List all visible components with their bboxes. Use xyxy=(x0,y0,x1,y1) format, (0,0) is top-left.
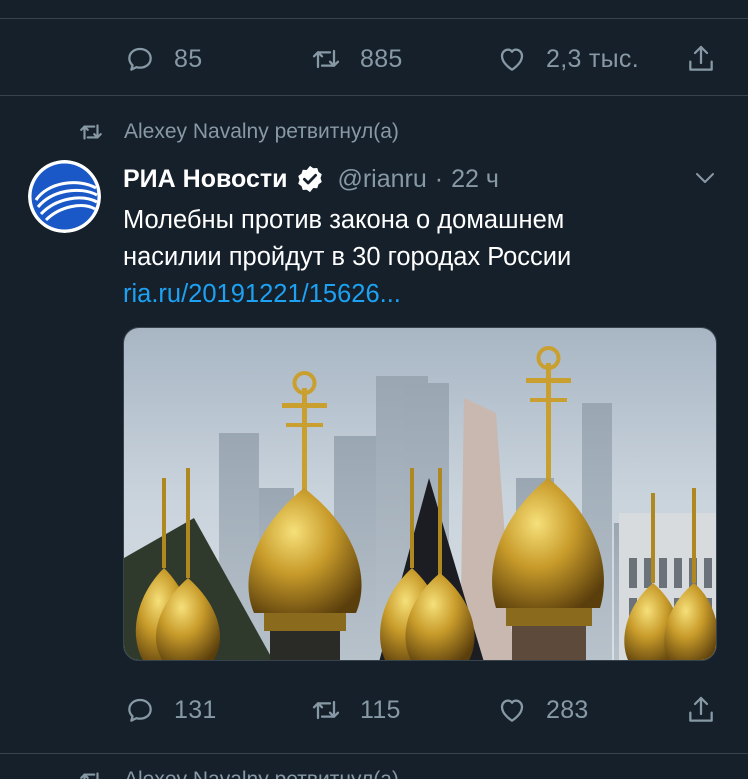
tweet-separator xyxy=(0,753,748,754)
retweet-notice[interactable]: Alexey Navalny ретвитнул(а) xyxy=(78,117,399,147)
header-separator: · xyxy=(434,164,444,193)
reply-button[interactable]: 131 xyxy=(124,690,217,730)
tweet-header: РИА Новости @rianru · 22 ч xyxy=(123,161,499,197)
tweet-text-line: насилии пройдут в 30 городах России xyxy=(123,243,572,271)
retweet-icon xyxy=(312,700,340,720)
tweet-time[interactable]: 22 ч xyxy=(451,165,499,194)
prev-like-count: 2,3 тыс. xyxy=(546,44,639,73)
prev-reply-button[interactable]: 85 xyxy=(124,39,202,79)
ria-logo-icon xyxy=(28,160,101,233)
share-icon xyxy=(689,696,713,722)
author-handle[interactable]: @rianru xyxy=(337,165,426,194)
share-button[interactable] xyxy=(685,690,717,730)
retweet-notice-text: Alexey Navalny ретвитнул(а) xyxy=(124,120,399,143)
tweet-separator xyxy=(0,95,748,96)
share-icon xyxy=(689,45,713,71)
retweet-icon xyxy=(80,772,99,779)
retweet-icon xyxy=(312,49,340,69)
prev-share-button[interactable] xyxy=(685,39,717,79)
church-domes-photo-icon xyxy=(124,328,716,660)
reply-icon xyxy=(128,47,152,71)
reply-count: 131 xyxy=(174,695,217,724)
avatar[interactable] xyxy=(28,160,101,233)
tweet-text: Молебны против закона о домашнем насилии… xyxy=(123,202,713,276)
like-button[interactable]: 283 xyxy=(496,690,589,730)
retweet-button[interactable]: 115 xyxy=(310,690,401,730)
prev-reply-count: 85 xyxy=(174,44,203,73)
heart-icon xyxy=(500,48,524,71)
prev-retweet-button[interactable]: 885 xyxy=(310,39,403,79)
heart-icon xyxy=(500,699,524,722)
tweet-text-line: Молебны против закона о домашнем xyxy=(123,206,565,234)
tweet-media-image[interactable] xyxy=(123,327,717,661)
retweet-count: 115 xyxy=(360,695,401,724)
reply-icon xyxy=(128,698,152,722)
prev-like-button[interactable]: 2,3 тыс. xyxy=(496,39,639,79)
like-count: 283 xyxy=(546,695,589,724)
tweet-actions: 131 115 283 xyxy=(0,690,748,730)
next-retweet-notice[interactable]: Alexey Navalny ретвитнул(а) xyxy=(78,765,399,779)
top-separator xyxy=(0,18,748,19)
author-name[interactable]: РИА Новости xyxy=(123,165,287,194)
tweet-link[interactable]: ria.ru/20191221/15626... xyxy=(123,276,401,313)
verified-badge-icon xyxy=(298,165,323,193)
prev-retweet-count: 885 xyxy=(360,44,403,73)
retweet-icon xyxy=(80,124,102,140)
chevron-down-icon[interactable] xyxy=(690,166,720,190)
prev-tweet-actions: 85 885 2,3 тыс. xyxy=(0,39,748,79)
next-retweet-notice-text: Alexey Navalny ретвитнул(а) xyxy=(124,768,399,779)
